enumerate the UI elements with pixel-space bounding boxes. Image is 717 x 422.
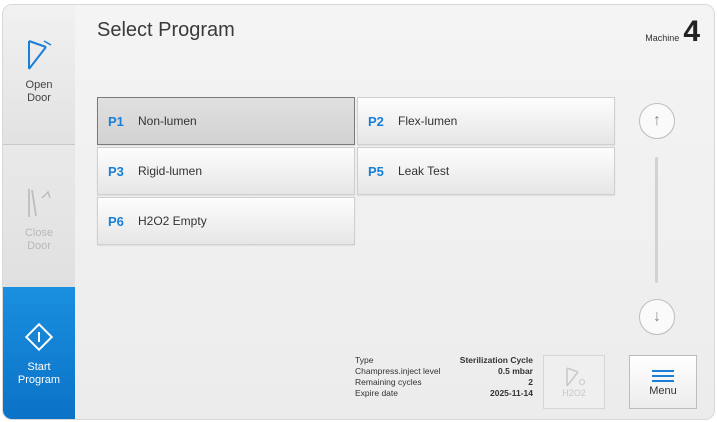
info-label: Type (355, 355, 374, 365)
program-button-p2[interactable]: P2 Flex-lumen (357, 97, 615, 145)
menu-button[interactable]: Menu (629, 355, 697, 409)
program-name: Rigid-lumen (138, 164, 203, 178)
menu-label: Menu (649, 385, 677, 397)
close-door-icon (24, 185, 54, 221)
info-label: Champress.inject level (355, 366, 441, 376)
info-value: 0.5 mbar (498, 366, 533, 376)
arrow-down-icon: ↓ (653, 308, 661, 325)
close-door-button[interactable]: Close Door (3, 145, 75, 287)
scroll-track[interactable] (655, 157, 658, 283)
open-door-label: Open Door (25, 79, 53, 104)
info-label: Expire date (355, 388, 398, 398)
program-button-p3[interactable]: P3 Rigid-lumen (97, 147, 355, 195)
info-value: Sterilization Cycle (459, 355, 533, 365)
program-name: Leak Test (398, 164, 450, 178)
program-button-p1[interactable]: P1 Non-lumen (97, 97, 355, 145)
program-id: P2 (368, 113, 384, 129)
program-name: H2O2 Empty (138, 214, 207, 228)
page-title: Select Program (97, 19, 235, 41)
info-value: 2025-11-14 (489, 388, 533, 398)
h2o2-button[interactable]: H2O2 (543, 355, 605, 409)
sidebar: Open Door Close Door Start Program (3, 5, 75, 419)
scroll-up-button[interactable]: ↑ (639, 103, 675, 139)
program-button-p6[interactable]: P6 H2O2 Empty (97, 197, 355, 245)
info-pressure-row: Champress.inject level 0.5 mbar (355, 366, 533, 377)
program-id: P6 (108, 213, 124, 229)
info-cycles-row: Remaining cycles 2 (355, 377, 533, 388)
program-name: Flex-lumen (398, 114, 458, 128)
info-value: 2 (528, 377, 533, 387)
info-label: Remaining cycles (355, 377, 422, 387)
program-id: P3 (108, 163, 124, 179)
open-door-button[interactable]: Open Door (3, 5, 75, 145)
program-button-p5[interactable]: P5 Leak Test (357, 147, 615, 195)
start-program-label: Start Program (17, 361, 61, 386)
start-diamond-icon (23, 319, 55, 355)
machine-number: 4 (683, 15, 700, 48)
program-id: P1 (108, 113, 124, 129)
info-type-row: Type Sterilization Cycle (355, 355, 533, 366)
arrow-up-icon: ↑ (653, 112, 661, 129)
start-program-button[interactable]: Start Program (3, 287, 75, 419)
machine-indicator: Machine 4 (645, 17, 700, 47)
menu-icon (652, 367, 674, 385)
program-id: P5 (368, 163, 384, 179)
open-door-icon (24, 37, 54, 73)
program-name: Non-lumen (138, 114, 197, 128)
h2o2-icon (566, 367, 585, 387)
h2o2-label: H2O2 (562, 388, 586, 398)
info-expire-row: Expire date 2025-11-14 (355, 388, 533, 399)
machine-label: Machine (645, 33, 680, 43)
scroll-down-button[interactable]: ↓ (639, 299, 675, 335)
program-info-panel: Type Sterilization Cycle Champress.injec… (355, 355, 533, 399)
close-door-label: Close Door (24, 227, 54, 252)
main-panel: Select Program Machine 4 P1 Non-lumen P2… (75, 5, 714, 419)
app-frame: Open Door Close Door Start Program Selec… (2, 4, 715, 420)
